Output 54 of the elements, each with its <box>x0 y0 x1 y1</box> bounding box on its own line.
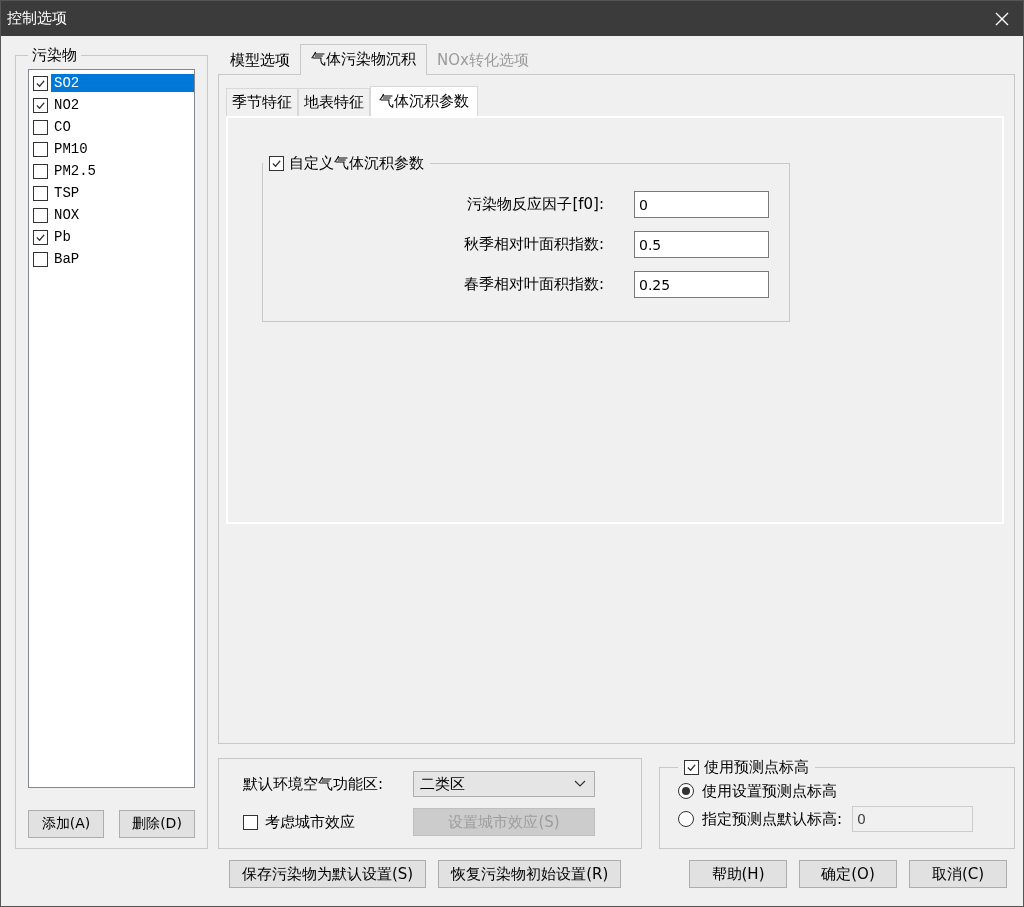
checkbox[interactable] <box>243 814 258 830</box>
list-button[interactable]: 添加(A) <box>28 810 104 838</box>
field-label: 默认环境空气功能区: <box>243 774 384 794</box>
checkbox[interactable] <box>33 251 48 267</box>
radio-label: 指定预测点默认标高: <box>702 809 843 829</box>
list-item[interactable]: Pb <box>51 228 194 246</box>
list-item[interactable]: NO2 <box>51 96 194 114</box>
checkbox[interactable] <box>33 229 48 245</box>
list-item[interactable]: PM10 <box>51 140 194 158</box>
checkbox[interactable] <box>33 163 48 179</box>
field-label: 秋季相对叶面积指数: <box>463 235 604 254</box>
input-field[interactable]: 0.25 <box>634 271 769 298</box>
checkbox[interactable] <box>269 156 284 171</box>
checkbox[interactable] <box>33 141 48 157</box>
checkbox[interactable] <box>33 185 48 201</box>
checkbox[interactable] <box>33 75 48 91</box>
settings-button[interactable]: 保存污染物为默认设置(S) <box>229 860 427 888</box>
list-button[interactable]: 删除(D) <box>119 810 195 838</box>
dialog-button[interactable]: 取消(C) <box>909 860 1007 888</box>
radio-button[interactable] <box>678 811 694 827</box>
close-icon[interactable] <box>995 11 1009 26</box>
field-label: 污染物反应因子[f0]: <box>467 195 604 214</box>
input-field[interactable]: 0 <box>634 191 769 218</box>
checkbox-label: 自定义气体沉积参数 <box>289 154 424 173</box>
checkbox[interactable] <box>684 760 699 775</box>
tab[interactable]: 地表特征 <box>298 88 370 116</box>
list-item[interactable]: SO2 <box>51 74 194 92</box>
checkbox[interactable] <box>33 207 48 223</box>
check-icon <box>271 158 282 169</box>
dropdown[interactable]: 二类区 <box>413 771 595 797</box>
checkbox[interactable] <box>33 97 48 113</box>
tab[interactable]: 气体沉积参数 <box>370 86 478 116</box>
radio-label: 使用设置预测点标高 <box>702 781 837 801</box>
list-item[interactable]: BaP <box>51 250 194 268</box>
group-title: 污染物 <box>31 46 78 65</box>
list-item[interactable]: TSP <box>51 184 194 202</box>
dialog-button[interactable]: 确定(O) <box>799 860 897 888</box>
list-item[interactable]: NOX <box>51 206 194 224</box>
input-field[interactable]: 0.5 <box>634 231 769 258</box>
radio-button[interactable] <box>678 783 694 799</box>
tab[interactable]: 季节特征 <box>226 88 298 116</box>
tab[interactable]: 模型选项 <box>220 47 300 74</box>
check-icon <box>686 762 697 773</box>
checkbox-label: 考虑城市效应 <box>265 812 355 832</box>
chevron-down-icon <box>574 780 586 788</box>
settings-button[interactable]: 恢复污染物初始设置(R) <box>438 860 622 888</box>
window-title: 控制选项 <box>7 9 67 28</box>
field-label: 春季相对叶面积指数: <box>463 275 604 294</box>
checkbox-label: 使用预测点标高 <box>704 758 809 777</box>
dialog-button[interactable]: 帮助(H) <box>689 860 787 888</box>
checkbox[interactable] <box>33 119 48 135</box>
list-item[interactable]: CO <box>51 118 194 136</box>
list-item[interactable]: PM2.5 <box>51 162 194 180</box>
tab[interactable]: 气体污染物沉积 <box>300 44 427 75</box>
